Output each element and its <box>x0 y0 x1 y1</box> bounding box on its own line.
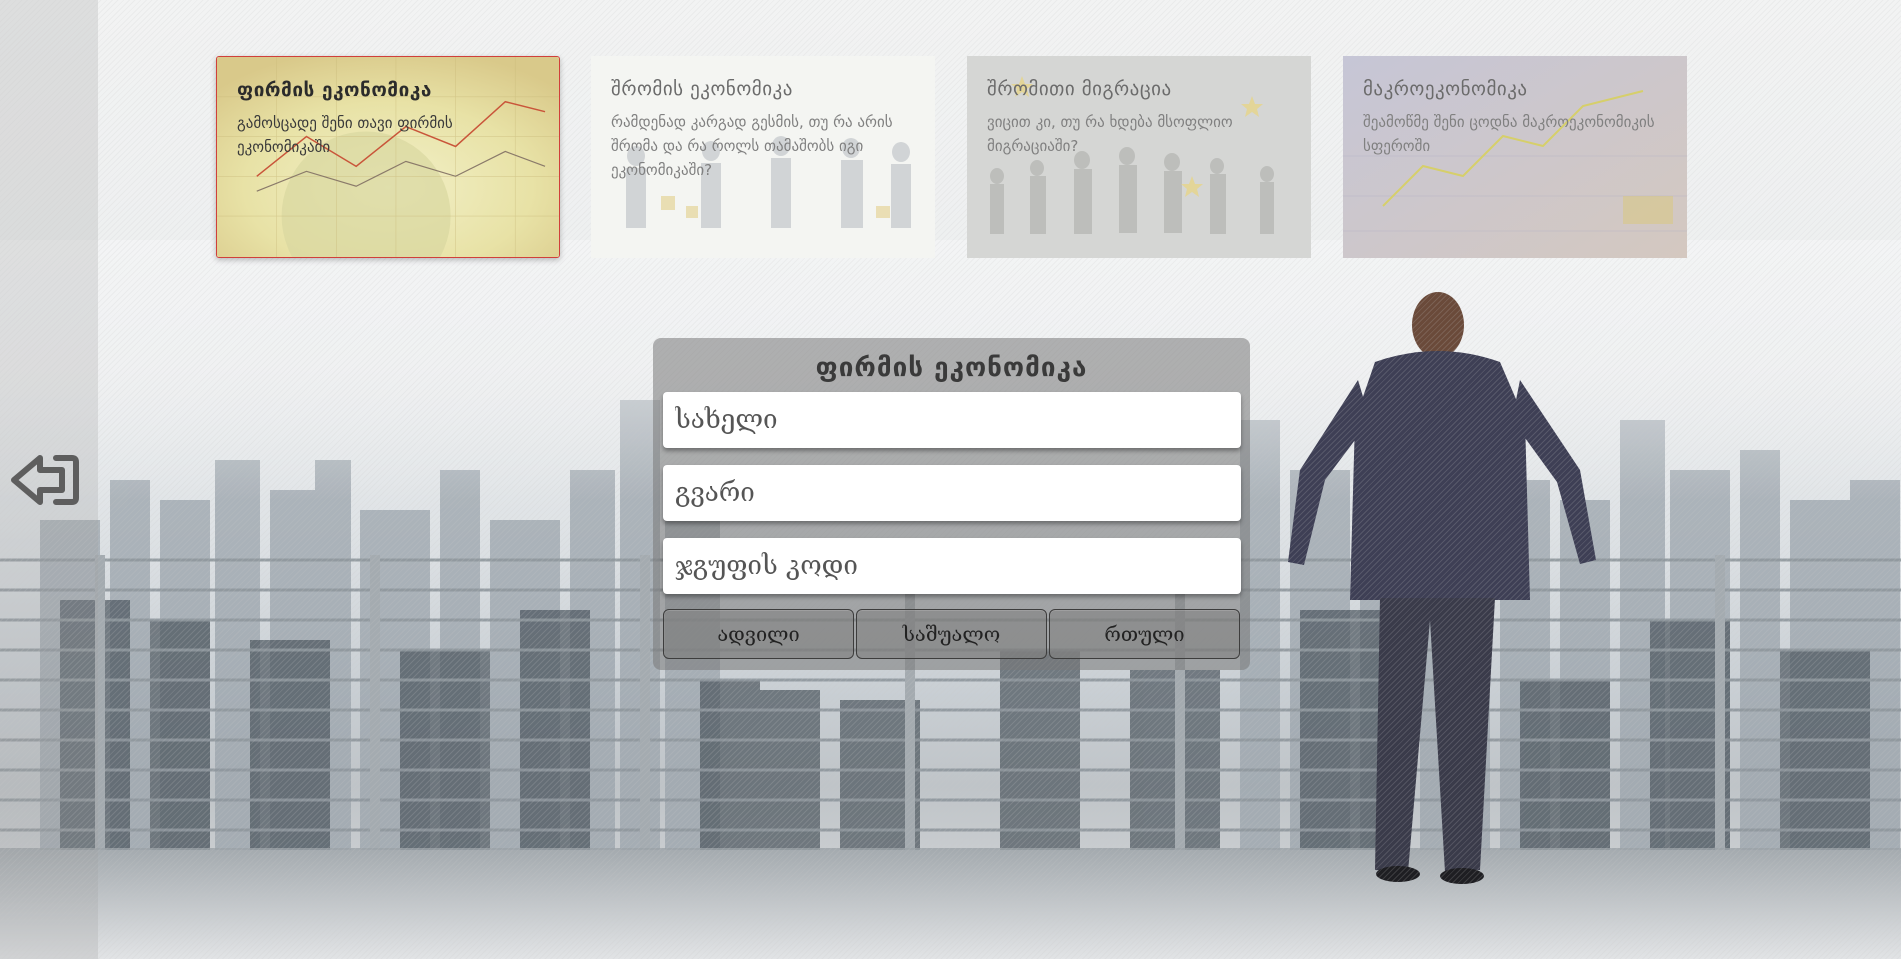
logout-icon <box>11 455 79 505</box>
last-name-input[interactable] <box>663 465 1241 521</box>
app-screen: ფირმის ეკონომიკა გამოსცადე შენი თავი ფირ… <box>0 0 1901 959</box>
card-labor-economics[interactable]: შრომის ეკონომიკა რამდენად კარგად გესმის,… <box>591 56 935 258</box>
card-description: შეამოწმე შენი ცოდნა მაკროეკონომიკის სფერ… <box>1363 113 1655 155</box>
card-firm-economics[interactable]: ფირმის ეკონომიკა გამოსცადე შენი თავი ფირ… <box>216 56 560 258</box>
form-title: ფირმის ეკონომიკა <box>815 353 1088 383</box>
card-description: რამდენად კარგად გესმის, თუ რა არის შრომა… <box>611 113 893 179</box>
hard-button[interactable]: რთული <box>1049 609 1240 659</box>
card-title: შრომითი მიგრაცია <box>987 78 1172 100</box>
card-title: მაკროეკონომიკა <box>1363 78 1528 100</box>
card-description: გამოსცადე შენი თავი ფირმის ეკონომიკაში <box>237 114 453 156</box>
card-description: ვიცით კი, თუ რა ხდება მსოფლიო მიგრაციაში… <box>987 113 1233 155</box>
group-code-input[interactable] <box>663 538 1241 594</box>
medium-button[interactable]: საშუალო <box>856 609 1047 659</box>
first-name-input[interactable] <box>663 392 1241 448</box>
easy-button[interactable]: ადვილი <box>663 609 854 659</box>
difficulty-buttons: ადვილი საშუალო რთული <box>663 609 1240 659</box>
card-macroeconomics[interactable]: მაკროეკონომიკა შეამოწმე შენი ცოდნა მაკრო… <box>1343 56 1687 258</box>
card-title: ფირმის ეკონომიკა <box>237 79 432 101</box>
card-title: შრომის ეკონომიკა <box>611 78 793 100</box>
logout-button[interactable] <box>10 452 82 508</box>
registration-form: ფირმის ეკონომიკა ადვილი საშუალო რთული <box>653 338 1250 670</box>
card-labor-migration[interactable]: შრომითი მიგრაცია ვიცით კი, თუ რა ხდება მ… <box>967 56 1311 258</box>
